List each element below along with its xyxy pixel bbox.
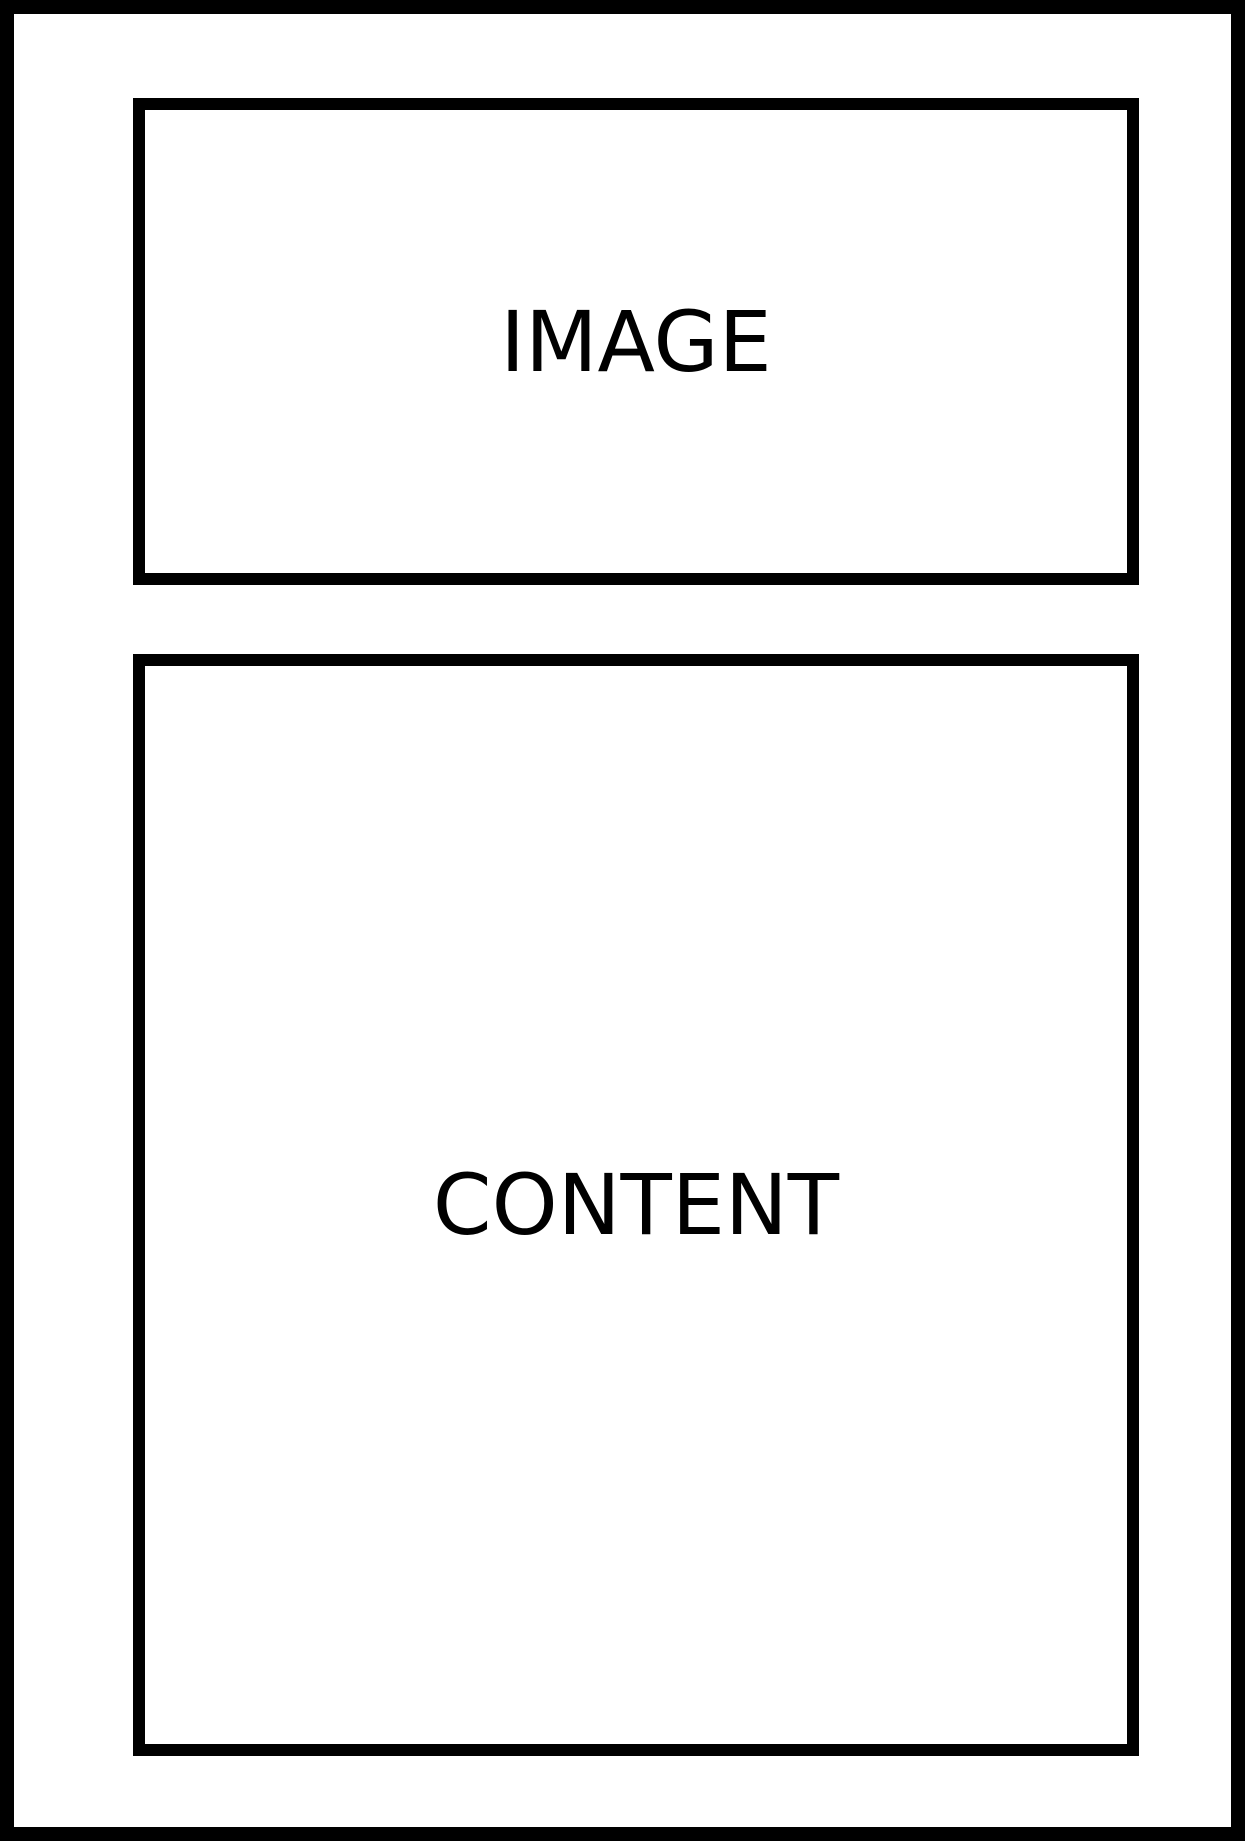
- image-placeholder-box: IMAGE: [133, 98, 1139, 585]
- content-placeholder-box: CONTENT: [133, 654, 1139, 1756]
- content-label: CONTENT: [432, 1156, 840, 1254]
- page-frame: IMAGE CONTENT: [0, 0, 1245, 1841]
- image-label: IMAGE: [500, 292, 772, 391]
